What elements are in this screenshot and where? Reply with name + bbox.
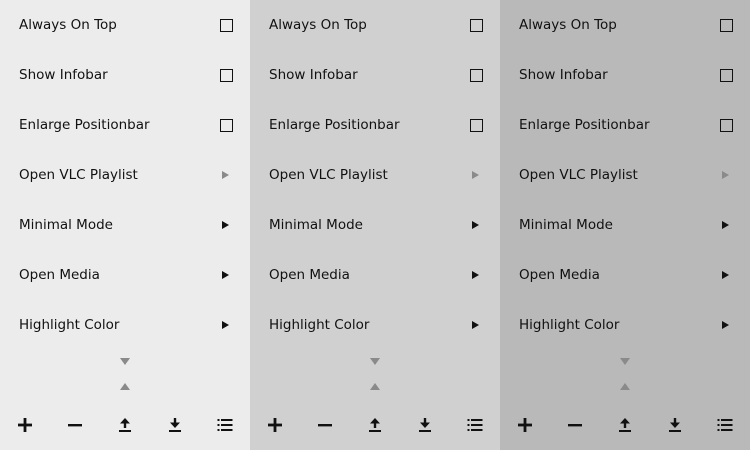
submenu-arrow-icon: [472, 321, 479, 329]
menu-item-label: Always On Top: [19, 17, 117, 33]
menu-item[interactable]: Enlarge Positionbar: [500, 100, 750, 150]
context-menu-panel-2: Always On Top Show Infobar Enlarge Positio…: [250, 0, 500, 450]
plus-icon[interactable]: [10, 410, 40, 440]
scroll-down-icon[interactable]: [120, 358, 130, 365]
menu-item-label: Minimal Mode: [269, 217, 363, 233]
scroll-down-icon[interactable]: [370, 358, 380, 365]
submenu-arrow-icon: [472, 271, 479, 279]
submenu-arrow-icon: [472, 171, 479, 179]
menu-item-label: Enlarge Positionbar: [269, 117, 400, 133]
menu-item[interactable]: Minimal Mode: [250, 200, 500, 250]
menu-item-label: Minimal Mode: [19, 217, 113, 233]
checkbox[interactable]: [470, 68, 483, 82]
menu-item[interactable]: Show Infobar: [0, 50, 250, 100]
checkbox[interactable]: [220, 18, 233, 32]
upload-icon[interactable]: [360, 410, 390, 440]
checkbox[interactable]: [720, 18, 733, 32]
checkbox[interactable]: [720, 68, 733, 82]
menu-item-label: Highlight Color: [519, 317, 620, 333]
menu-item-label: Open VLC Playlist: [19, 167, 138, 183]
menu-item-label: Enlarge Positionbar: [519, 117, 650, 133]
menu-item[interactable]: Show Infobar: [250, 50, 500, 100]
minus-icon[interactable]: [560, 410, 590, 440]
submenu-arrow-icon: [722, 171, 729, 179]
plus-icon[interactable]: [260, 410, 290, 440]
menu-item[interactable]: Highlight Color: [500, 300, 750, 350]
menu-item-label: Open VLC Playlist: [269, 167, 388, 183]
checkbox[interactable]: [470, 18, 483, 32]
scroll-up-icon[interactable]: [120, 383, 130, 390]
menu-item[interactable]: Minimal Mode: [500, 200, 750, 250]
checkbox[interactable]: [720, 118, 733, 132]
menu-item[interactable]: Open VLC Playlist: [0, 150, 250, 200]
download-icon[interactable]: [410, 410, 440, 440]
list-icon[interactable]: [460, 410, 490, 440]
menu-item-label: Open Media: [519, 267, 600, 283]
checkbox[interactable]: [470, 118, 483, 132]
menu-item[interactable]: Enlarge Positionbar: [0, 100, 250, 150]
menu-item-label: Show Infobar: [519, 67, 608, 83]
checkbox[interactable]: [220, 68, 233, 82]
submenu-arrow-icon: [222, 221, 229, 229]
menu-item-label: Highlight Color: [19, 317, 120, 333]
menu-item[interactable]: Open VLC Playlist: [250, 150, 500, 200]
submenu-arrow-icon: [722, 321, 729, 329]
context-menu-panel-1: Always On Top Show Infobar Enlarge Positio…: [0, 0, 250, 450]
submenu-arrow-icon: [722, 271, 729, 279]
scroll-up-icon[interactable]: [620, 383, 630, 390]
submenu-arrow-icon: [722, 221, 729, 229]
menu-item-label: Minimal Mode: [519, 217, 613, 233]
submenu-arrow-icon: [472, 221, 479, 229]
menu-item[interactable]: Open Media: [500, 250, 750, 300]
menu-panels: Always On Top Show Infobar Enlarge Positio…: [0, 0, 750, 450]
menu-item[interactable]: Open VLC Playlist: [500, 150, 750, 200]
upload-icon[interactable]: [110, 410, 140, 440]
menu-item[interactable]: Always On Top: [500, 0, 750, 50]
checkbox[interactable]: [220, 118, 233, 132]
menu-item-label: Open Media: [269, 267, 350, 283]
scroll-up-icon[interactable]: [370, 383, 380, 390]
menu-item[interactable]: Show Infobar: [500, 50, 750, 100]
menu-item-label: Open Media: [19, 267, 100, 283]
menu-item[interactable]: Highlight Color: [0, 300, 250, 350]
minus-icon[interactable]: [310, 410, 340, 440]
toolbar: [0, 410, 250, 440]
download-icon[interactable]: [160, 410, 190, 440]
menu-item[interactable]: Minimal Mode: [0, 200, 250, 250]
list-icon[interactable]: [710, 410, 740, 440]
download-icon[interactable]: [660, 410, 690, 440]
submenu-arrow-icon: [222, 171, 229, 179]
menu-item-label: Show Infobar: [269, 67, 358, 83]
menu-item[interactable]: Enlarge Positionbar: [250, 100, 500, 150]
minus-icon[interactable]: [60, 410, 90, 440]
menu-item-label: Open VLC Playlist: [519, 167, 638, 183]
menu-item[interactable]: Highlight Color: [250, 300, 500, 350]
menu-item-label: Enlarge Positionbar: [19, 117, 150, 133]
menu-item[interactable]: Open Media: [0, 250, 250, 300]
menu-item-label: Always On Top: [269, 17, 367, 33]
plus-icon[interactable]: [510, 410, 540, 440]
list-icon[interactable]: [210, 410, 240, 440]
menu-item[interactable]: Open Media: [250, 250, 500, 300]
upload-icon[interactable]: [610, 410, 640, 440]
menu-item-label: Highlight Color: [269, 317, 370, 333]
menu-item-label: Show Infobar: [19, 67, 108, 83]
menu-item[interactable]: Always On Top: [250, 0, 500, 50]
submenu-arrow-icon: [222, 321, 229, 329]
menu-item[interactable]: Always On Top: [0, 0, 250, 50]
toolbar: [250, 410, 500, 440]
scroll-down-icon[interactable]: [620, 358, 630, 365]
submenu-arrow-icon: [222, 271, 229, 279]
menu-item-label: Always On Top: [519, 17, 617, 33]
toolbar: [500, 410, 750, 440]
context-menu-panel-3: Always On Top Show Infobar Enlarge Positio…: [500, 0, 750, 450]
